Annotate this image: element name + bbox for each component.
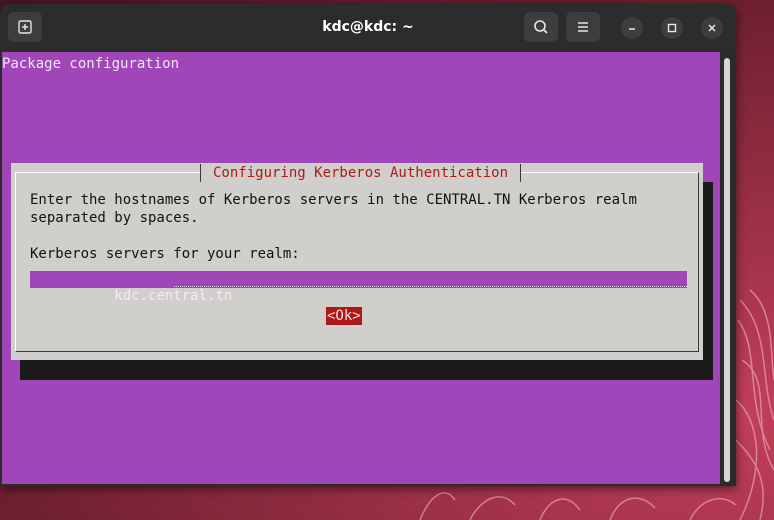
- input-value: kdc.central.tn: [114, 288, 233, 304]
- search-icon: [534, 20, 548, 34]
- ok-button[interactable]: <Ok>: [326, 307, 362, 325]
- minimize-icon: [629, 28, 635, 30]
- close-icon: [708, 24, 716, 32]
- dialog-description-line1: Enter the hostnames of Kerberos servers …: [30, 192, 637, 208]
- maximize-icon: [667, 23, 677, 33]
- terminal-area[interactable]: Package configuration Configuring Kerber…: [2, 52, 720, 484]
- dialog-frame: Configuring Kerberos Authentication Ente…: [15, 164, 699, 352]
- minimize-button[interactable]: [621, 17, 643, 39]
- search-button[interactable]: [524, 12, 558, 42]
- realm-servers-prompt: Kerberos servers for your realm:: [30, 246, 300, 262]
- menu-button[interactable]: [566, 12, 600, 42]
- terminal-window: kdc@kdc: ~ Package configuration Configu…: [0, 4, 736, 486]
- close-button[interactable]: [701, 17, 723, 39]
- package-config-header: Package configuration: [2, 56, 180, 72]
- maximize-button[interactable]: [661, 17, 683, 39]
- terminal-scrollbar[interactable]: [724, 58, 730, 482]
- hamburger-menu-icon: [578, 22, 588, 32]
- dialog-description-line2: separated by spaces.: [30, 210, 199, 226]
- kerberos-dialog: Configuring Kerberos Authentication Ente…: [11, 163, 703, 360]
- input-field-fill: [174, 286, 687, 287]
- dialog-title: Configuring Kerberos Authentication: [200, 164, 522, 182]
- titlebar: kdc@kdc: ~: [0, 4, 736, 50]
- new-tab-icon: [18, 20, 32, 34]
- new-tab-button[interactable]: [8, 12, 42, 42]
- kerberos-servers-input[interactable]: kdc.central.tn: [30, 271, 687, 304]
